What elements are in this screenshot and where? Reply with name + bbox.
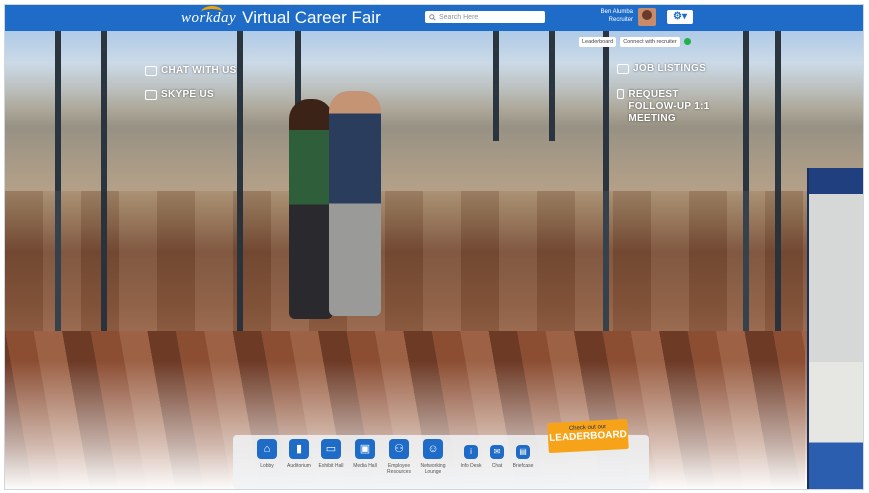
person-woman: [289, 99, 333, 319]
top-bar: workday Virtual Career Fair Search Here …: [5, 5, 863, 31]
side-preview-panel: [807, 168, 863, 489]
chat-with-us-hotspot[interactable]: CHAT WITH US: [145, 65, 237, 76]
search-icon: [429, 13, 436, 21]
room-interior: [5, 191, 863, 331]
exhibit-hall-icon: ▭: [321, 439, 341, 459]
chat-icon: ✉: [490, 445, 504, 459]
auditorium-icon: ▮: [289, 439, 309, 459]
hotspot-label: JOB LISTINGS: [633, 63, 707, 74]
job-listings-hotspot[interactable]: JOB LISTINGS: [617, 63, 706, 74]
handshake-icon: [617, 89, 625, 99]
hotspot-label: SKYPE US: [161, 89, 214, 100]
briefcase-icon: [617, 63, 629, 74]
info-icon: i: [464, 445, 478, 459]
avatar[interactable]: [638, 8, 656, 26]
office-scene: CHAT WITH US SKYPE US JOB LISTINGS REQUE…: [5, 31, 863, 489]
brand: workday Virtual Career Fair: [181, 5, 381, 28]
hotspot-label: CHAT WITH US: [161, 65, 237, 76]
online-status-icon: [683, 38, 691, 45]
gear-icon: ⚙▾: [673, 11, 687, 22]
user-name: Ben Alumba: [600, 9, 633, 15]
resources-icon: ⚇: [389, 439, 409, 459]
lobby-icon: ⌂: [257, 439, 277, 459]
workday-logo[interactable]: workday: [181, 5, 236, 27]
leaderboard-chip[interactable]: Leaderboard: [579, 37, 617, 47]
city-window: [5, 31, 863, 191]
window-frame: [493, 31, 499, 141]
search-box[interactable]: Search Here: [425, 11, 545, 23]
dock-item-networking[interactable]: ☺ Networking Lounge: [413, 439, 453, 475]
business-people: [281, 91, 411, 331]
skype-icon: [145, 89, 157, 100]
page-title: Virtual Career Fair: [242, 8, 381, 27]
logo-arc: [201, 5, 223, 19]
request-meeting-hotspot[interactable]: REQUEST FOLLOW-UP 1:1 MEETING: [617, 89, 727, 125]
status-chips: Leaderboard Connect with recruiter: [579, 37, 691, 47]
media-hall-icon: ▣: [355, 439, 375, 459]
user-role: Recruiter: [608, 17, 633, 23]
connect-chip[interactable]: Connect with recruiter: [620, 37, 680, 47]
user-info[interactable]: Ben Alumba Recruiter: [581, 8, 633, 24]
dock-label: Networking Lounge: [420, 463, 446, 475]
leaderboard-banner[interactable]: Check out our LEADERBOARD: [547, 418, 629, 454]
person-man: [329, 91, 381, 316]
chat-icon: [145, 65, 157, 76]
networking-icon: ☺: [423, 439, 443, 459]
briefcase-icon: ▤: [516, 445, 530, 459]
dock-label: Briefcase: [512, 463, 534, 469]
settings-button[interactable]: ⚙▾: [667, 10, 693, 24]
window-frame: [549, 31, 555, 141]
search-input[interactable]: Search Here: [439, 14, 478, 21]
app-frame: workday Virtual Career Fair Search Here …: [4, 4, 864, 490]
skype-us-hotspot[interactable]: SKYPE US: [145, 89, 214, 100]
hotspot-label: REQUEST FOLLOW-UP 1:1 MEETING: [628, 89, 710, 124]
dock-item-briefcase[interactable]: ▤ Briefcase: [503, 439, 543, 469]
